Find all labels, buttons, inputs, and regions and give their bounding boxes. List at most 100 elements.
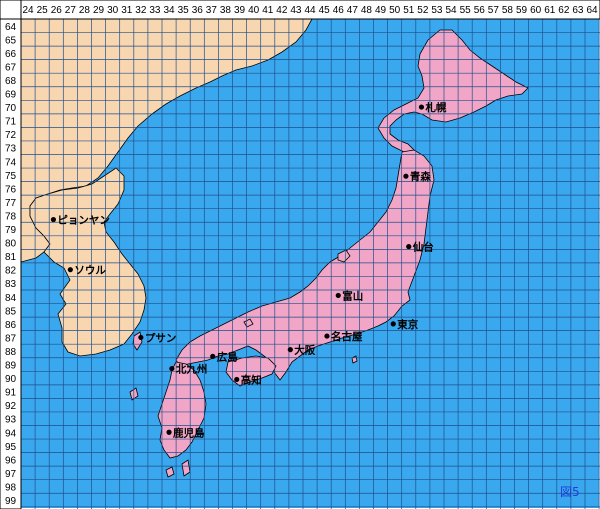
row-label: 97 [5,469,17,480]
row-label: 98 [5,482,17,493]
header-corner [0,0,22,20]
column-label: 49 [375,5,387,16]
row-label: 74 [5,157,17,168]
row-label: 79 [5,225,17,236]
city-label: ソウル [74,265,106,277]
column-label: 57 [488,5,500,16]
city-label: 大阪 [294,344,315,357]
city-label: 高知 [241,373,262,386]
column-label: 46 [333,5,345,16]
column-label: 37 [206,5,218,16]
column-label: 24 [22,5,34,16]
row-label: 89 [5,361,17,372]
city-dot [390,321,396,327]
row-label: 87 [5,333,17,344]
row-label: 68 [5,76,17,87]
row-label: 82 [5,266,17,277]
row-label: 72 [5,130,17,141]
column-label: 64 [586,5,598,16]
column-label: 35 [178,5,190,16]
column-label: 47 [347,5,359,16]
city-dot [138,334,144,341]
row-label: 65 [5,35,17,46]
row-label: 81 [5,252,17,263]
column-label: 48 [361,5,373,16]
column-label: 33 [149,5,161,16]
column-header: 24 25 26 27 28 29 30 31 32 33 34 35 36 37 38 39 40 41 42 43… [0,0,600,20]
grid-map: 24 25 26 27 28 29 30 31 32 33 34 35 36 37 38 39 40 41 42 43… [0,0,600,509]
column-label: 63 [572,5,584,16]
row-label: 80 [5,239,17,250]
column-label: 61 [544,5,556,16]
column-label: 27 [65,5,77,16]
row-label: 69 [5,90,17,101]
column-label: 55 [460,5,472,16]
city-dot [210,353,216,359]
row-label: 67 [5,62,17,73]
row-label: 77 [5,198,17,209]
column-label: 28 [79,5,91,16]
row-label: 95 [5,442,17,453]
row-label: 96 [5,455,17,466]
city-dot [335,292,341,299]
column-label: 52 [417,5,429,16]
row-label: 94 [5,428,17,439]
column-label: 60 [530,5,542,16]
city-label: 富山 [342,289,363,302]
row-label: 78 [5,211,17,222]
city-dot [234,376,240,383]
city-label: 青森 [410,170,431,183]
city-dot [50,216,57,223]
column-label: 58 [502,5,514,16]
column-label: 51 [403,5,415,16]
column-label: 54 [445,5,457,16]
column-label: 45 [319,5,331,16]
city-dot [406,244,412,250]
city-dot [166,429,172,435]
city-label: 北九州 [176,363,208,376]
column-label: 29 [93,5,105,16]
column-label: 62 [558,5,570,16]
row-label: 71 [5,117,17,128]
column-label: 50 [389,5,401,16]
row-label: 73 [5,144,17,155]
column-label: 40 [248,5,260,16]
column-label: 30 [107,5,119,16]
city-dot [324,333,330,339]
row-label: 64 [5,22,17,33]
column-label: 32 [135,5,147,16]
column-label: 56 [474,5,486,16]
row-label: 85 [5,306,17,317]
city-dot [169,365,175,372]
column-label: 59 [516,5,528,16]
row-label: 70 [5,103,17,114]
column-label: 44 [304,5,316,16]
row-header: 64 65 66 67 68 69 70 71 72 73 74 75 76 77 78 79 80 81 82 83… [0,0,22,509]
figure-label: 図5 [560,485,580,499]
city-label: 鹿児島 [173,426,205,439]
row-label: 76 [5,184,17,195]
city-label: プサン [145,331,177,344]
column-label: 34 [163,5,175,16]
column-label: 53 [431,5,443,16]
column-label: 42 [276,5,288,16]
row-label: 83 [5,279,17,290]
column-label: 39 [234,5,246,16]
city-dot [287,347,293,353]
city-label: 広島 [217,350,238,363]
column-label: 41 [262,5,274,16]
column-label: 26 [51,5,63,16]
row-label: 88 [5,347,17,358]
city-dot [403,173,409,179]
row-label: 66 [5,49,17,60]
row-label: 86 [5,320,17,331]
row-label: 92 [5,401,17,412]
city-label: 札幌 [424,101,446,114]
city-dot [67,267,73,273]
city-label: 東京 [397,318,418,331]
row-label: 75 [5,171,17,182]
city-label: ピョンヤン [57,215,110,227]
column-label: 38 [220,5,232,16]
map-canvas: 24 25 26 27 28 29 30 31 32 33 34 35 36 37 38 39 40 41 42 43… [0,0,600,509]
row-label: 91 [5,388,17,399]
